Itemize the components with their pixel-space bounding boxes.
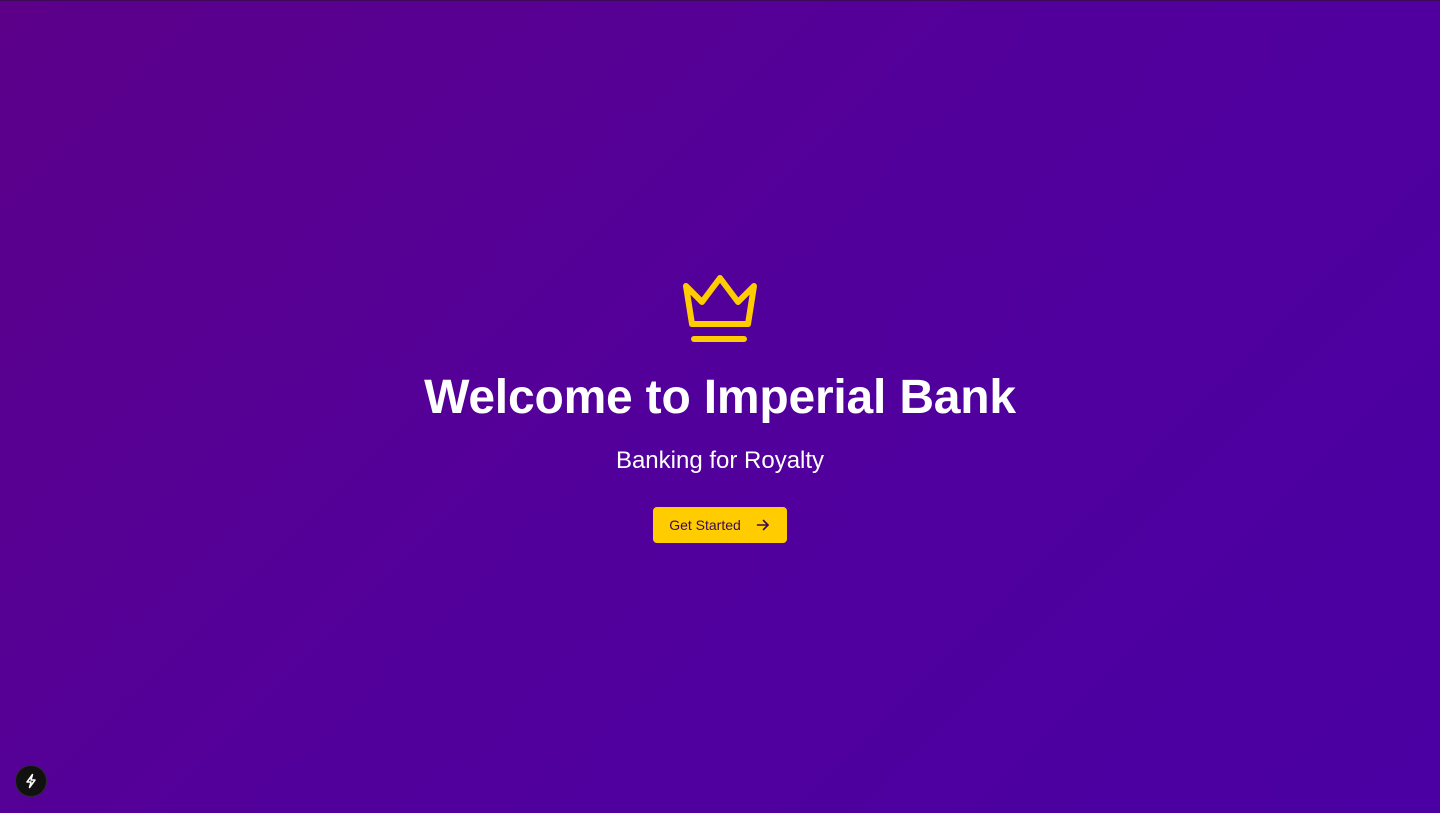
lightning-bolt-icon [26, 773, 36, 789]
page-title: Welcome to Imperial Bank [424, 371, 1016, 424]
top-border [0, 0, 1440, 1]
crown-icon [683, 275, 757, 342]
get-started-button[interactable]: Get Started [653, 506, 787, 543]
hero-section: Welcome to Imperial Bank Banking for Roy… [0, 272, 1440, 543]
get-started-label: Get Started [669, 516, 741, 533]
arrow-right-icon [756, 519, 769, 531]
tagline: Banking for Royalty [615, 447, 825, 475]
devtools-button[interactable] [16, 766, 46, 796]
